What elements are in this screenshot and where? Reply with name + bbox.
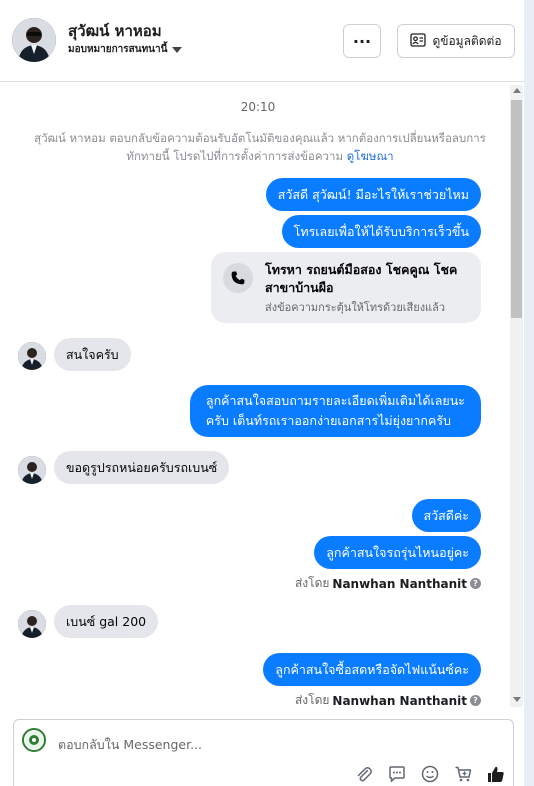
info-icon[interactable]: ? <box>470 695 481 706</box>
assign-label: มอบหมายการสนทนานี้ <box>68 44 168 55</box>
sent-by-label: ส่งโดย Nanwhan Nanthanit ? <box>295 691 481 710</box>
scrollbar-thumb[interactable] <box>511 100 522 318</box>
assign-conversation-dropdown[interactable]: มอบหมายการสนทนานี้ <box>68 42 183 57</box>
sent-by-label: ส่งโดย Nanwhan Nanthanit ? <box>295 574 481 593</box>
sent-by-prefix: ส่งโดย <box>294 693 330 707</box>
notice-text: สุวัฒน์ หาหอม ตอบกลับข้อความต้อนรับอัตโน… <box>34 131 486 163</box>
contact-avatar[interactable] <box>12 18 56 62</box>
call-card-subtitle: ส่งข้อความกระตุ้นให้โทรด้วยเสียงแล้ว <box>265 301 446 314</box>
sent-by-prefix: ส่งโดย <box>294 576 330 590</box>
conversation-header: สุวัฒน์ หาหอม มอบหมายการสนทนานี้ ··· ดูข… <box>0 0 524 82</box>
messenger-conversation-panel: สุวัฒน์ หาหอม มอบหมายการสนทนานี้ ··· ดูข… <box>0 0 524 786</box>
attach-icon[interactable] <box>354 764 374 784</box>
scroll-up-icon[interactable] <box>513 88 521 93</box>
contact-avatar-small <box>18 456 46 484</box>
chevron-down-icon <box>172 47 183 53</box>
contact-name[interactable]: สุวัฒน์ หาหอม <box>68 19 162 43</box>
incoming-message: เบนซ์ gal 200 <box>54 605 159 638</box>
message-timestamp: 20:10 <box>240 100 276 114</box>
outgoing-message: ลูกค้าสนใจซื้อสดหรือจัดไฟแน้นซ์คะ <box>263 653 481 686</box>
cart-icon[interactable] <box>453 764 473 784</box>
scroll-down-icon[interactable] <box>513 697 521 702</box>
outgoing-message: โทรเลยเพื่อให้ได้รับบริการเร็วขึ้น <box>281 215 481 248</box>
reply-input[interactable]: ตอบกลับใน Messenger... <box>58 735 202 755</box>
auto-reply-notice: สุวัฒน์ หาหอม ตอบกลับข้อความต้อนรับอัตโน… <box>20 129 500 165</box>
emoji-icon[interactable] <box>420 764 440 784</box>
outgoing-message: ลูกค้าสนใจรถรุ่นไหนอยู่คะ <box>314 536 481 569</box>
call-card-title: โทรหา รถยนต์มือสอง โชคคูณ โชค สาขาบ้านผื… <box>265 262 458 295</box>
composer-toolbar <box>354 764 506 784</box>
contact-info-label: ดูข้อมูลติดต่อ <box>432 33 502 48</box>
contact-info-button[interactable]: ดูข้อมูลติดต่อ <box>397 24 515 58</box>
more-options-button[interactable]: ··· <box>343 24 381 58</box>
page-logo <box>22 728 46 752</box>
incoming-message: ขอดูรูปรถหน่อยครับรถเบนซ์ <box>54 451 230 484</box>
sent-by-name: Nanwhan Nanthanit <box>332 576 467 591</box>
saved-reply-icon[interactable] <box>387 764 407 784</box>
outgoing-message: สวัสดีค่ะ <box>411 499 481 532</box>
view-ad-link[interactable]: ดูโฆษณา <box>347 149 394 163</box>
reply-composer[interactable]: ตอบกลับใน Messenger... <box>13 719 514 786</box>
contact-avatar-small <box>18 342 46 370</box>
window-edge <box>524 0 534 786</box>
outgoing-message: สวัสดี สุวัฒน์! มีอะไรให้เราช่วยไหม <box>265 178 481 211</box>
like-icon[interactable] <box>486 764 506 784</box>
contact-card-icon <box>410 32 427 50</box>
sent-by-name: Nanwhan Nanthanit <box>332 693 467 708</box>
info-icon[interactable]: ? <box>470 578 481 589</box>
more-icon: ··· <box>352 31 372 51</box>
phone-icon <box>223 263 253 293</box>
contact-avatar-small <box>18 610 46 638</box>
incoming-message: สนใจครับ <box>54 338 131 371</box>
call-prompt-card: โทรหา รถยนต์มือสอง โชคคูณ โชค สาขาบ้านผื… <box>211 252 481 323</box>
message-line: ครับ เต็นท์รถเราออกง่ายเอกสารไม่ยุ่งยากค… <box>205 413 451 428</box>
message-line: ลูกค้าสนใจสอบถามรายละเอียดเพิ่มเติมได้เล… <box>205 393 465 408</box>
outgoing-message: ลูกค้าสนใจสอบถามรายละเอียดเพิ่มเติมได้เล… <box>189 385 481 437</box>
